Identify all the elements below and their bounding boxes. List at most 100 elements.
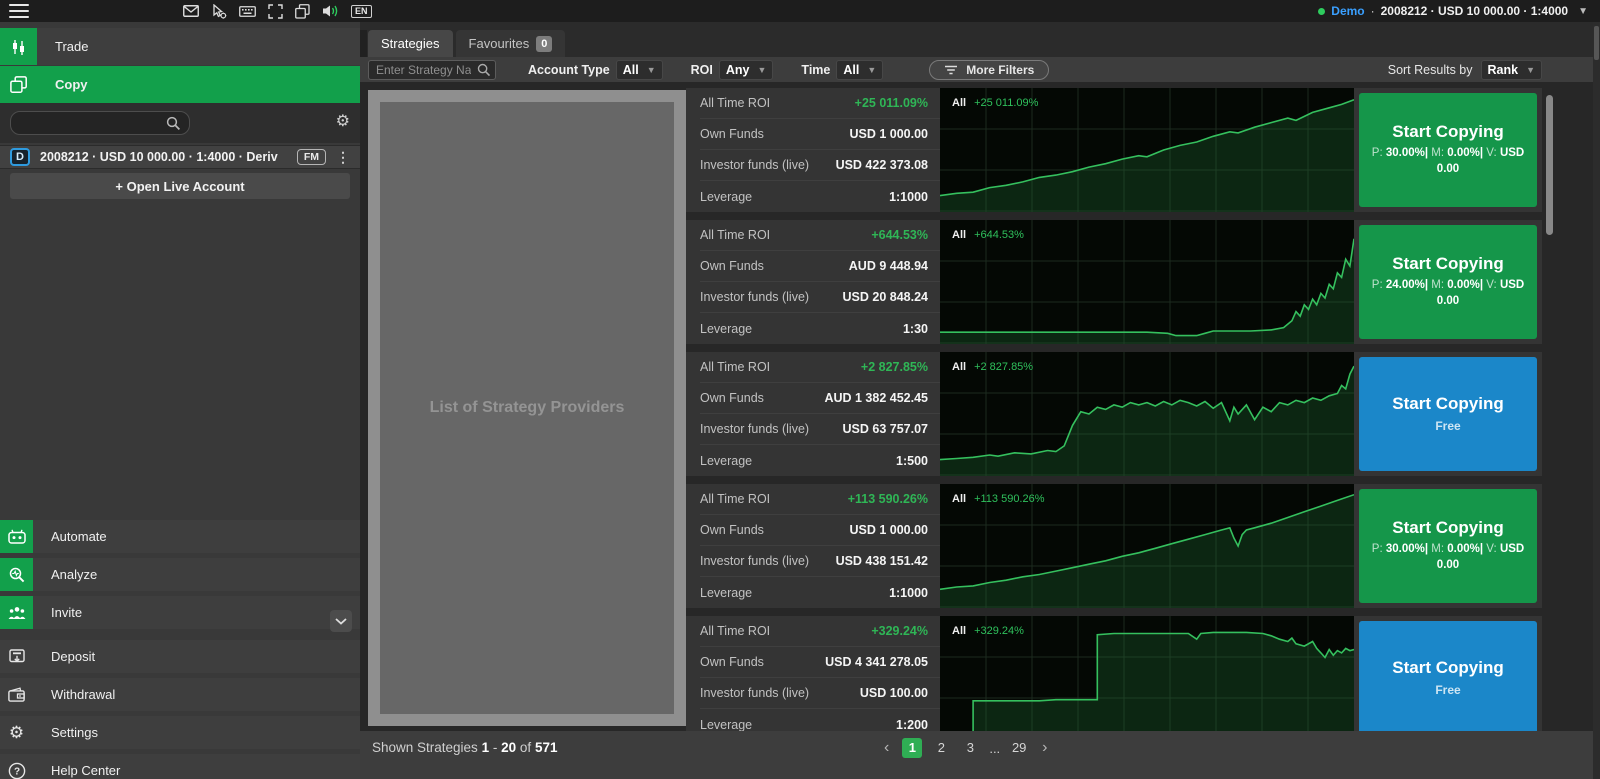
topbar-account-selector[interactable]: Demo · 2008212 · USD 10 000.00 · 1:4000 …	[1318, 0, 1588, 22]
volume-icon[interactable]	[322, 4, 339, 18]
chart-roi-label: +25 011.09%	[974, 97, 1038, 109]
stat-label: All Time ROI	[700, 492, 770, 506]
stat-label: All Time ROI	[700, 360, 770, 374]
stat-value: 1:500	[896, 454, 928, 468]
sidebar-item-deposit[interactable]: Deposit	[0, 640, 360, 673]
kebab-menu-icon[interactable]: ⋮	[336, 149, 350, 166]
mail-icon[interactable]	[183, 5, 199, 17]
pagination-prev-icon[interactable]: ‹	[880, 739, 893, 757]
sidebar-item-analyze[interactable]: Analyze	[0, 558, 360, 591]
chart-label: All+2 827.85%	[952, 361, 1033, 373]
sidebar-bottom-nav: Deposit Withdrawal ⚙ Settings ? Help Cen…	[0, 640, 360, 779]
sidebar-item-settings[interactable]: ⚙ Settings	[0, 716, 360, 749]
results-footer: Shown Strategies 1 - 20 of 571 ‹123...29…	[360, 731, 1600, 779]
copying-fees: P: 30.00%| M: 0.00%| V: USD 0.00	[1359, 146, 1537, 177]
strategy-list-scrollbar[interactable]	[1546, 95, 1553, 235]
stat-row: Own FundsUSD 1 000.00	[700, 119, 940, 150]
pagination-page-29[interactable]: 29	[1009, 738, 1029, 758]
strategy-card[interactable]: All Time ROI+2 827.85%Own FundsAUD 1 382…	[686, 352, 1542, 476]
stat-label: All Time ROI	[700, 624, 770, 638]
start-copying-button[interactable]: Start CopyingFree	[1359, 621, 1537, 731]
account-type-label: Demo	[1331, 4, 1364, 18]
pointer-settings-icon[interactable]	[211, 4, 227, 19]
start-copying-label: Start Copying	[1392, 518, 1503, 538]
stat-row: Investor funds (live)USD 20 848.24	[700, 282, 940, 313]
stat-value: 1:1000	[889, 190, 928, 204]
chart-label: All+329.24%	[952, 625, 1024, 637]
more-filters-button[interactable]: More Filters	[929, 60, 1049, 80]
sidebar-search-input[interactable]	[21, 112, 161, 134]
analyze-icon	[0, 558, 33, 591]
chart-label: All+113 590.26%	[952, 493, 1045, 505]
strategy-card[interactable]: All Time ROI+25 011.09%Own FundsUSD 1 00…	[686, 88, 1542, 212]
sidebar-item-withdrawal[interactable]: Withdrawal	[0, 678, 360, 711]
stat-row: Leverage1:30	[700, 313, 940, 344]
copying-fees: Free	[1427, 418, 1468, 434]
roi-chart: All+2 827.85%	[940, 352, 1354, 476]
sidebar: Trade Copy ⚙ D 2008212 · USD 10 000.00 ·…	[0, 22, 360, 779]
sidebar-search-box[interactable]	[10, 111, 190, 135]
start-copying-button[interactable]: Start CopyingP: 24.00%| M: 0.00%| V: USD…	[1359, 225, 1537, 339]
sort-select[interactable]: Rank ▼	[1481, 60, 1543, 80]
gear-icon[interactable]: ⚙	[336, 113, 350, 131]
chevron-down-icon[interactable]: ▼	[1578, 6, 1588, 17]
sidebar-account-row[interactable]: D 2008212 · USD 10 000.00 · 1:4000 · Der…	[0, 145, 360, 169]
sidebar-item-automate[interactable]: Automate	[0, 520, 360, 553]
account-type-select[interactable]: All ▼	[616, 60, 663, 80]
language-badge[interactable]: EN	[351, 5, 372, 18]
strategy-card[interactable]: All Time ROI+644.53%Own FundsAUD 9 448.9…	[686, 220, 1542, 344]
window-scrollbar[interactable]	[1593, 22, 1600, 779]
stat-value: +2 827.85%	[861, 360, 928, 374]
roi-select[interactable]: Any ▼	[719, 60, 774, 80]
total-count: 571	[535, 740, 558, 755]
window-scrollbar-thumb[interactable]	[1594, 26, 1599, 60]
range-from: 1	[482, 740, 490, 755]
sidebar-collapse-button[interactable]	[330, 610, 352, 632]
roi-chart: All+644.53%	[940, 220, 1354, 344]
stat-value: USD 63 757.07	[843, 422, 928, 436]
strategy-search-box[interactable]	[368, 60, 496, 80]
time-filter-label: Time	[801, 63, 830, 77]
pagination-ellipsis: ...	[989, 741, 1000, 756]
sort-results-label: Sort Results by	[1388, 63, 1473, 77]
start-copying-button[interactable]: Start CopyingP: 30.00%| M: 0.00%| V: USD…	[1359, 93, 1537, 207]
fullscreen-icon[interactable]	[268, 4, 283, 19]
pagination-page-3[interactable]: 3	[960, 738, 980, 758]
sidebar-item-copy[interactable]: Copy	[0, 66, 360, 103]
stat-row: Investor funds (live)USD 422 373.08	[700, 150, 940, 181]
tab-favourites[interactable]: Favourites 0	[456, 30, 566, 57]
pagination-page-1[interactable]: 1	[902, 738, 922, 758]
tab-label: Strategies	[381, 36, 440, 51]
stat-row: Leverage1:1000	[700, 181, 940, 212]
strategy-card[interactable]: All Time ROI+329.24%Own FundsUSD 4 341 2…	[686, 616, 1542, 731]
candlestick-icon	[0, 28, 37, 65]
stat-row: All Time ROI+644.53%	[700, 220, 940, 251]
sidebar-item-help-center[interactable]: ? Help Center	[0, 754, 360, 779]
strategy-card[interactable]: All Time ROI+113 590.26%Own FundsUSD 1 0…	[686, 484, 1542, 608]
shown-strategies-text: Shown Strategies 1 - 20 of 571	[372, 740, 557, 755]
account-separator: ·	[1371, 4, 1375, 18]
keyboard-icon[interactable]	[239, 5, 256, 18]
more-filters-label: More Filters	[966, 63, 1034, 77]
strategy-stats: All Time ROI+2 827.85%Own FundsAUD 1 382…	[686, 352, 940, 476]
tab-strategies[interactable]: Strategies	[368, 30, 453, 57]
help-icon: ?	[0, 754, 33, 779]
strategy-list: All Time ROI +25 011.09% Own FundsUSD 1 00…	[686, 88, 1542, 731]
strategy-stats: All Time ROI+25 011.09%Own FundsUSD 1 00…	[686, 88, 940, 212]
open-live-account-button[interactable]: + Open Live Account	[10, 173, 350, 199]
sidebar-item-invite[interactable]: Invite	[0, 596, 360, 629]
strategy-stats: All Time ROI+329.24%Own FundsUSD 4 341 2…	[686, 616, 940, 731]
start-copying-button[interactable]: Start CopyingFree	[1359, 357, 1537, 471]
roi-chart: All+25 011.09%	[940, 88, 1354, 212]
stat-label: Own Funds	[700, 259, 764, 273]
sidebar-item-label: Withdrawal	[51, 687, 115, 702]
start-copying-button[interactable]: Start CopyingP: 30.00%| M: 0.00%| V: USD…	[1359, 489, 1537, 603]
pagination-next-icon[interactable]: ›	[1038, 739, 1051, 757]
time-select[interactable]: All ▼	[836, 60, 883, 80]
start-copying-label: Start Copying	[1392, 254, 1503, 274]
pagination-page-2[interactable]: 2	[931, 738, 951, 758]
windows-icon[interactable]	[295, 4, 310, 19]
hamburger-menu-icon[interactable]	[9, 4, 29, 18]
gear-icon: ⚙	[0, 716, 33, 749]
sidebar-item-trade[interactable]: Trade	[0, 28, 360, 65]
